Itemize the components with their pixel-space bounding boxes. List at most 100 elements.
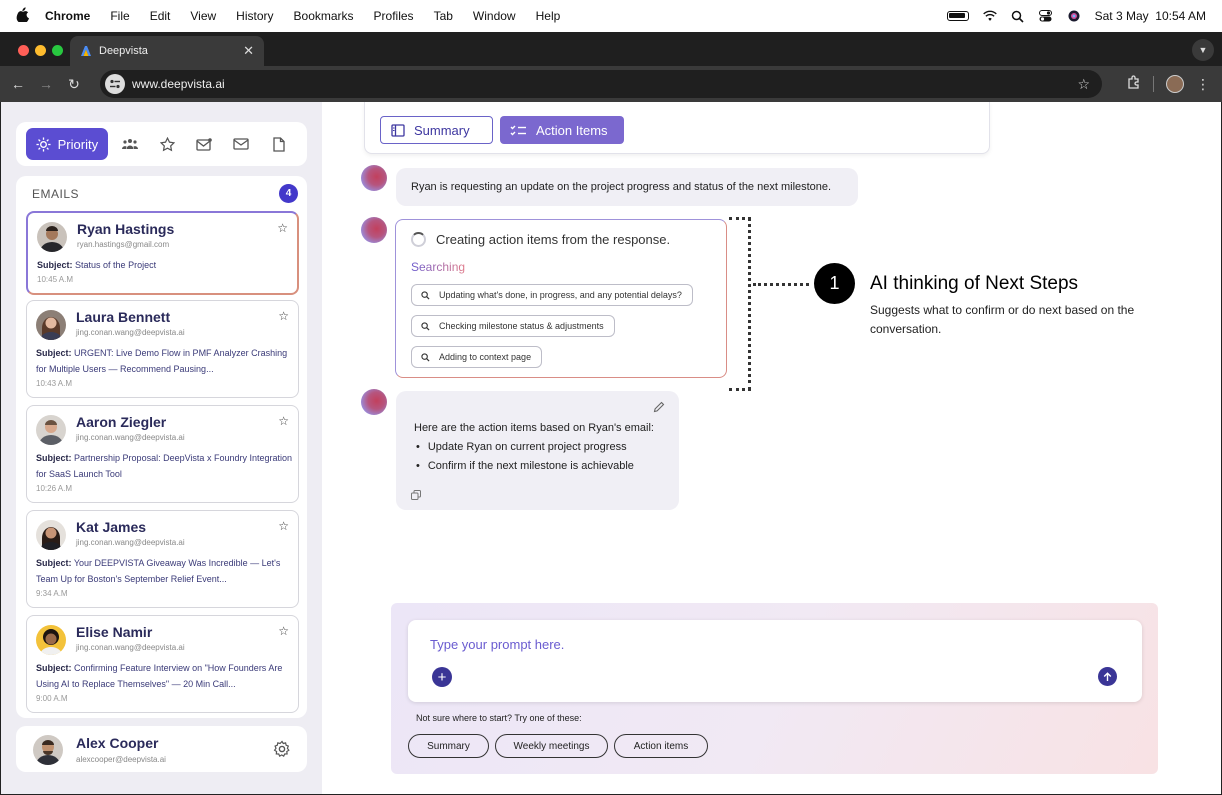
subject-text: URGENT: Live Demo Flow in PMF Analyzer C… (36, 348, 288, 374)
add-attachment-button[interactable]: + (432, 667, 452, 687)
annotation-bracket (729, 217, 751, 391)
search-query-pill[interactable]: Checking milestone status & adjustments (411, 315, 615, 337)
action-item: Update Ryan on current project progress (416, 441, 634, 460)
menu-bookmarks[interactable]: Bookmarks (294, 9, 354, 23)
email-sender-name: Ryan Hastings (77, 221, 175, 237)
forward-arrow-icon[interactable]: → (32, 76, 60, 92)
mail-filter-icon[interactable] (223, 128, 260, 160)
sidebar: Priority EMAILS 4 Ryan Hastings ryan.has… (0, 102, 322, 795)
ai-message-summary: Ryan is requesting an update on the proj… (396, 168, 858, 206)
star-filter-icon[interactable] (149, 128, 186, 160)
address-bar[interactable]: www.deepvista.ai ☆ (100, 70, 1102, 98)
star-icon[interactable]: ☆ (278, 624, 289, 638)
ai-assistant-icon (361, 217, 387, 243)
search-query-pill[interactable]: Adding to context page (411, 346, 543, 368)
menu-view[interactable]: View (190, 9, 216, 23)
emails-count-badge: 4 (279, 184, 298, 203)
profile-avatar-icon[interactable] (1166, 75, 1184, 93)
search-icon (421, 290, 430, 300)
menu-window[interactable]: Window (473, 9, 516, 23)
email-sender-address: jing.conan.wang@deepvista.ai (76, 643, 185, 652)
tab-action-items-label: Action Items (536, 122, 608, 138)
suggestion-weekly-meetings-button[interactable]: Weekly meetings (495, 734, 608, 758)
email-sender-address: ryan.hastings@gmail.com (77, 240, 170, 249)
bookmark-star-icon[interactable]: ☆ (1077, 76, 1090, 93)
menu-profiles[interactable]: Profiles (374, 9, 414, 23)
url-text[interactable]: www.deepvista.ai (132, 77, 225, 91)
avatar (36, 415, 66, 445)
menu-edit[interactable]: Edit (150, 9, 171, 23)
action-items-list: Update Ryan on current project progress … (416, 441, 634, 479)
menu-history[interactable]: History (236, 9, 273, 23)
window-minimize-button[interactable] (35, 45, 46, 56)
email-sender-address: jing.conan.wang@deepvista.ai (76, 538, 185, 547)
email-card-laura-bennett[interactable]: Laura Bennett jing.conan.wang@deepvista.… (26, 300, 299, 398)
user-avatar[interactable] (33, 735, 63, 765)
menu-file[interactable]: File (110, 9, 129, 23)
avatar (37, 222, 67, 252)
email-card-aaron-ziegler[interactable]: Aaron Ziegler jing.conan.wang@deepvista.… (26, 405, 299, 503)
email-subject: Subject: Confirming Feature Interview on… (36, 660, 294, 692)
search-query-pill[interactable]: Updating what's done, in progress, and a… (411, 284, 693, 306)
star-icon[interactable]: ☆ (278, 519, 289, 533)
battery-icon[interactable] (946, 11, 969, 21)
prompt-input[interactable] (430, 634, 1090, 654)
star-icon[interactable]: ☆ (277, 221, 288, 235)
view-tabs-card: Summary Action Items (364, 102, 990, 154)
email-time: 10:45 A.M (37, 275, 74, 284)
more-options-icon[interactable]: ⋮ (1196, 76, 1210, 93)
back-arrow-icon[interactable]: ← (4, 76, 32, 92)
menu-help[interactable]: Help (536, 9, 561, 23)
menu-tab[interactable]: Tab (434, 9, 453, 23)
spotlight-search-icon[interactable] (1011, 9, 1025, 23)
extensions-icon[interactable] (1127, 74, 1141, 94)
action-items-lead: Here are the action items based on Ryan'… (414, 422, 654, 434)
people-filter-icon[interactable] (112, 128, 149, 160)
subject-label: Subject: (36, 558, 72, 568)
annotation-step-number: 1 (814, 263, 855, 304)
ai-message-action-items: Here are the action items based on Ryan'… (396, 391, 679, 510)
control-center-icon[interactable] (1039, 9, 1053, 23)
suggestion-summary-button[interactable]: Summary (408, 734, 489, 758)
send-arrow-button[interactable] (1098, 667, 1117, 686)
window-close-button[interactable] (18, 45, 29, 56)
tab-action-items[interactable]: Action Items (500, 116, 624, 144)
siri-icon[interactable] (1067, 9, 1081, 23)
browser-tab-deepvista[interactable]: Deepvista ✕ (70, 36, 264, 66)
email-sender-name: Kat James (76, 519, 147, 535)
email-card-ryan-hastings[interactable]: Ryan Hastings ryan.hastings@gmail.com ☆ … (26, 211, 299, 295)
gear-icon[interactable] (273, 740, 291, 758)
tab-summary-label: Summary (414, 122, 470, 138)
email-card-elise-namir[interactable]: Elise Namir jing.conan.wang@deepvista.ai… (26, 615, 299, 713)
copy-icon[interactable] (411, 487, 421, 500)
searching-label: Searching (411, 260, 466, 274)
subject-text: Confirming Feature Interview on "How Fou… (36, 663, 283, 689)
apple-icon[interactable] (16, 6, 30, 26)
email-time: 10:26 A.M (36, 484, 73, 493)
prompt-box: + (408, 620, 1142, 702)
avatar (36, 520, 66, 550)
wifi-icon[interactable] (982, 9, 997, 23)
edit-pencil-icon[interactable] (653, 400, 665, 413)
summary-icon (391, 123, 405, 137)
email-card-kat-james[interactable]: Kat James jing.conan.wang@deepvista.ai ☆… (26, 510, 299, 608)
close-tab-icon[interactable]: ✕ (243, 43, 254, 59)
browser-tab-title: Deepvista (99, 45, 148, 57)
star-icon[interactable]: ☆ (278, 309, 289, 323)
suggestion-action-items-button[interactable]: Action items (614, 734, 708, 758)
tab-summary[interactable]: Summary (380, 116, 493, 144)
arrow-up-icon (1103, 671, 1112, 681)
menubar-datetime[interactable]: Sat 3 May 10:54 AM (1095, 9, 1206, 23)
star-icon[interactable]: ☆ (278, 414, 289, 428)
tab-search-chevron-down-icon[interactable]: ▼ (1192, 39, 1214, 61)
email-subject: Subject: Your DEEPVISTA Giveaway Was Inc… (36, 555, 294, 587)
window-maximize-button[interactable] (52, 45, 63, 56)
site-settings-icon[interactable] (105, 74, 125, 94)
checklist-icon (510, 125, 526, 135)
mail-badge-filter-icon[interactable] (186, 128, 223, 160)
annotation-connector (753, 283, 809, 286)
reload-icon[interactable]: ↻ (60, 76, 88, 93)
priority-filter-button[interactable]: Priority (26, 128, 108, 160)
document-filter-icon[interactable] (260, 128, 297, 160)
menu-app-name[interactable]: Chrome (45, 9, 90, 23)
